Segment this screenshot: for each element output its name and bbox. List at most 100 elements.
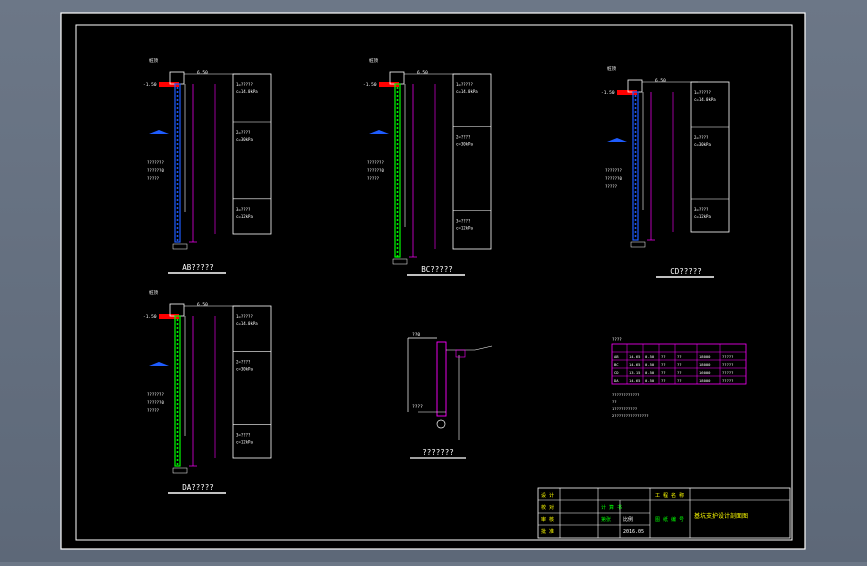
table-cell: 18000 (699, 354, 711, 359)
table-cell: 0.50 (645, 370, 655, 375)
section-pile-hatch (176, 435, 179, 437)
section-pile-hatch (176, 155, 179, 157)
table-caption: ???? (612, 337, 622, 342)
title-drawing-name: 基坑支护设计剖面图 (694, 512, 748, 520)
title-field-checker: 校 对 (541, 504, 554, 511)
section-top-mark: 6.50 (197, 302, 208, 308)
section-pile-hatch (396, 247, 399, 249)
section-pile-hatch (176, 371, 179, 373)
title-field-drawing-number: 图 纸 编 号 (655, 516, 684, 523)
section-pile-hatch (396, 239, 399, 241)
section-pile-hatch (176, 223, 179, 225)
section-pile-hatch (176, 175, 179, 177)
cad-viewport[interactable]: 桩顶 6.50 -1.50 1=????? c=14.0kPa 2=???? c=30kPa… (0, 0, 867, 562)
section-soil-note: ??????? (367, 160, 384, 165)
section-pile-hatch (634, 151, 637, 153)
section-pile-hatch (176, 235, 179, 237)
section-pile-hatch (176, 403, 179, 405)
section-pile-hatch (176, 183, 179, 185)
section-pile-hatch (396, 171, 399, 173)
section-pile-hatch (396, 151, 399, 153)
section-pile-hatch (396, 143, 399, 145)
section-pile-hatch (176, 123, 179, 125)
table-cell: ?? (661, 370, 666, 375)
section-pile-hatch (634, 215, 637, 217)
section-pile-hatch (176, 415, 179, 417)
section-pile-hatch (396, 243, 399, 245)
section-pile-hatch (176, 447, 179, 449)
table-cell: 14.65 (629, 354, 640, 359)
table-note: ?? (612, 399, 617, 404)
title-field-project-name: 工 程 名 称 (655, 492, 684, 499)
section-pile-hatch (396, 251, 399, 253)
section-layer-text: c=30kPa (236, 137, 253, 142)
table-cell: 0.50 (645, 354, 655, 359)
section-pile-hatch (176, 95, 179, 97)
section-pile-hatch (634, 219, 637, 221)
section-soil-note: ??????? (605, 168, 622, 173)
section-pile-hatch (634, 95, 637, 97)
section-pile-hatch (176, 363, 179, 365)
section-layer-text: c=14.0kPa (694, 97, 716, 102)
section-pile-hatch (634, 231, 637, 233)
section-pile-hatch (634, 111, 637, 113)
table-cell: ????? (722, 370, 733, 375)
table-cell: ?? (661, 354, 666, 359)
section-soil-note: ????? (147, 408, 160, 413)
section-pile-hatch (396, 131, 399, 133)
section-pile-hatch (634, 139, 637, 141)
section-pile-hatch (396, 91, 399, 93)
section-pile-hatch (634, 199, 637, 201)
section-top-mark: 6.50 (417, 70, 428, 76)
section-pile-hatch (176, 147, 179, 149)
section-soil-note: ??????0 (147, 400, 164, 405)
section-pile-hatch (176, 215, 179, 217)
section-pile-hatch (176, 427, 179, 429)
section-pile-hatch (176, 171, 179, 173)
section-pile-hatch (176, 319, 179, 321)
section-pile-hatch (176, 359, 179, 361)
section-pile-hatch (634, 223, 637, 225)
section-pile-hatch (634, 167, 637, 169)
section-pile-hatch (176, 191, 179, 193)
section-pile-hatch (396, 219, 399, 221)
table-cell: 14.65 (629, 362, 640, 367)
section-pile-hatch (176, 407, 179, 409)
section-pile-hatch (396, 227, 399, 229)
section-pile-hatch (634, 183, 637, 185)
section-pile-hatch (176, 451, 179, 453)
section-top-label: 桩顶 (149, 57, 158, 64)
section-pile-hatch (634, 171, 637, 173)
section-pile-hatch (396, 103, 399, 105)
section-pile-hatch (176, 335, 179, 337)
section-pile-hatch (176, 219, 179, 221)
section-layer-text: 3=???? (236, 433, 251, 438)
section-pile-hatch (176, 375, 179, 377)
table-cell: 18000 (699, 378, 711, 383)
table-note: 1?????????? (612, 406, 637, 411)
section-layer-text: c=30kPa (456, 142, 473, 147)
section-layer-text: c=14.0kPa (456, 89, 478, 94)
section-pile-hatch (396, 211, 399, 213)
section-pile-hatch (634, 119, 637, 121)
cad-drawing[interactable]: 桩顶 6.50 -1.50 1=????? c=14.0kPa 2=???? c=30kPa… (0, 0, 867, 562)
section-pile-hatch (176, 391, 179, 393)
section-layer-text: c=12kPa (236, 440, 253, 445)
title-field-sheet: 第张 (601, 516, 611, 523)
section-caption: AB????? (182, 263, 214, 272)
section-pile-hatch (396, 255, 399, 257)
section-pile-hatch (396, 147, 399, 149)
section-pile-hatch (176, 127, 179, 129)
section-pile-hatch (176, 443, 179, 445)
section-pile-hatch (176, 179, 179, 181)
section-pile-hatch (176, 379, 179, 381)
section-pile-hatch (176, 135, 179, 137)
section-pile-hatch (176, 439, 179, 441)
section-pile-hatch (176, 99, 179, 101)
section-pile-hatch (176, 107, 179, 109)
section-pile-hatch (634, 115, 637, 117)
section-pile-hatch (176, 343, 179, 345)
table-cell: AB (614, 354, 619, 359)
table-cell: ????? (722, 354, 733, 359)
section-pile-hatch (176, 227, 179, 229)
